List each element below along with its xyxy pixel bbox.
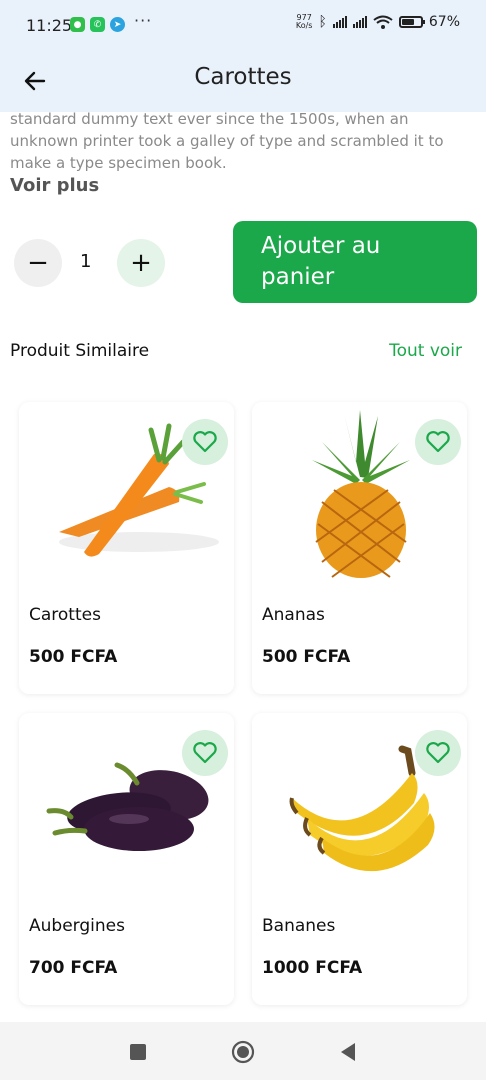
- increase-quantity-button[interactable]: +: [117, 239, 165, 287]
- recents-button[interactable]: [126, 1040, 150, 1064]
- product-name: Ananas: [262, 605, 325, 625]
- system-status: 977 Ko/s ᛒ 67%: [296, 14, 460, 31]
- product-card[interactable]: Aubergines 700 FCFA: [19, 713, 234, 1005]
- signal-icon: [332, 16, 347, 28]
- product-price: 500 FCFA: [262, 647, 351, 667]
- product-card[interactable]: Ananas 500 FCFA: [252, 402, 467, 694]
- see-all-link[interactable]: Tout voir: [389, 341, 462, 361]
- home-button[interactable]: [231, 1040, 255, 1064]
- product-name: Carottes: [29, 605, 101, 625]
- wifi-icon: [373, 15, 393, 29]
- add-to-cart-button[interactable]: Ajouter au panier: [233, 221, 477, 303]
- heart-icon: [193, 742, 217, 764]
- status-bar: 11:25 ● ✆ ➤ ··· 977 Ko/s ᛒ 67%: [0, 0, 486, 52]
- system-back-button[interactable]: [336, 1040, 360, 1064]
- notification-icons: ● ✆ ➤: [70, 17, 125, 32]
- decrease-quantity-button[interactable]: −: [14, 239, 62, 287]
- battery-percent: 67%: [428, 14, 460, 30]
- similar-products-title: Produit Similaire: [10, 341, 150, 361]
- product-name: Aubergines: [29, 916, 125, 936]
- more-notifications-icon: ···: [134, 11, 153, 30]
- system-nav-bar: [0, 1022, 486, 1080]
- see-more-link[interactable]: Voir plus: [10, 175, 99, 196]
- signal-icon-2: [352, 16, 367, 28]
- page-title: Carottes: [194, 64, 292, 90]
- quantity-value: 1: [80, 251, 92, 272]
- status-time: 11:25: [26, 16, 73, 35]
- battery-icon: [398, 16, 425, 28]
- product-price: 1000 FCFA: [262, 958, 363, 978]
- message-icon: ●: [70, 17, 85, 32]
- network-speed-unit: Ko/s: [295, 21, 313, 30]
- whatsapp-icon: ✆: [90, 17, 105, 32]
- product-card[interactable]: Carottes 500 FCFA: [19, 402, 234, 694]
- favorite-button[interactable]: [182, 730, 228, 776]
- favorite-button[interactable]: [415, 730, 461, 776]
- bluetooth-icon: ᛒ: [318, 14, 327, 30]
- product-card[interactable]: Bananes 1000 FCFA: [252, 713, 467, 1005]
- heart-icon: [426, 431, 450, 453]
- product-description: standard dummy text ever since the 1500s…: [10, 110, 444, 172]
- heart-icon: [193, 431, 217, 453]
- heart-icon: [426, 742, 450, 764]
- product-price: 700 FCFA: [29, 958, 118, 978]
- back-triangle-icon: [341, 1043, 355, 1061]
- app-header: Carottes: [0, 52, 486, 112]
- favorite-button[interactable]: [182, 419, 228, 465]
- telegram-icon: ➤: [110, 17, 125, 32]
- favorite-button[interactable]: [415, 419, 461, 465]
- battery-level: [401, 19, 414, 25]
- product-price: 500 FCFA: [29, 647, 118, 667]
- network-speed: 977 Ko/s: [296, 14, 313, 30]
- product-name: Bananes: [262, 916, 336, 936]
- home-circle-icon: [231, 1040, 255, 1064]
- square-icon: [130, 1044, 146, 1060]
